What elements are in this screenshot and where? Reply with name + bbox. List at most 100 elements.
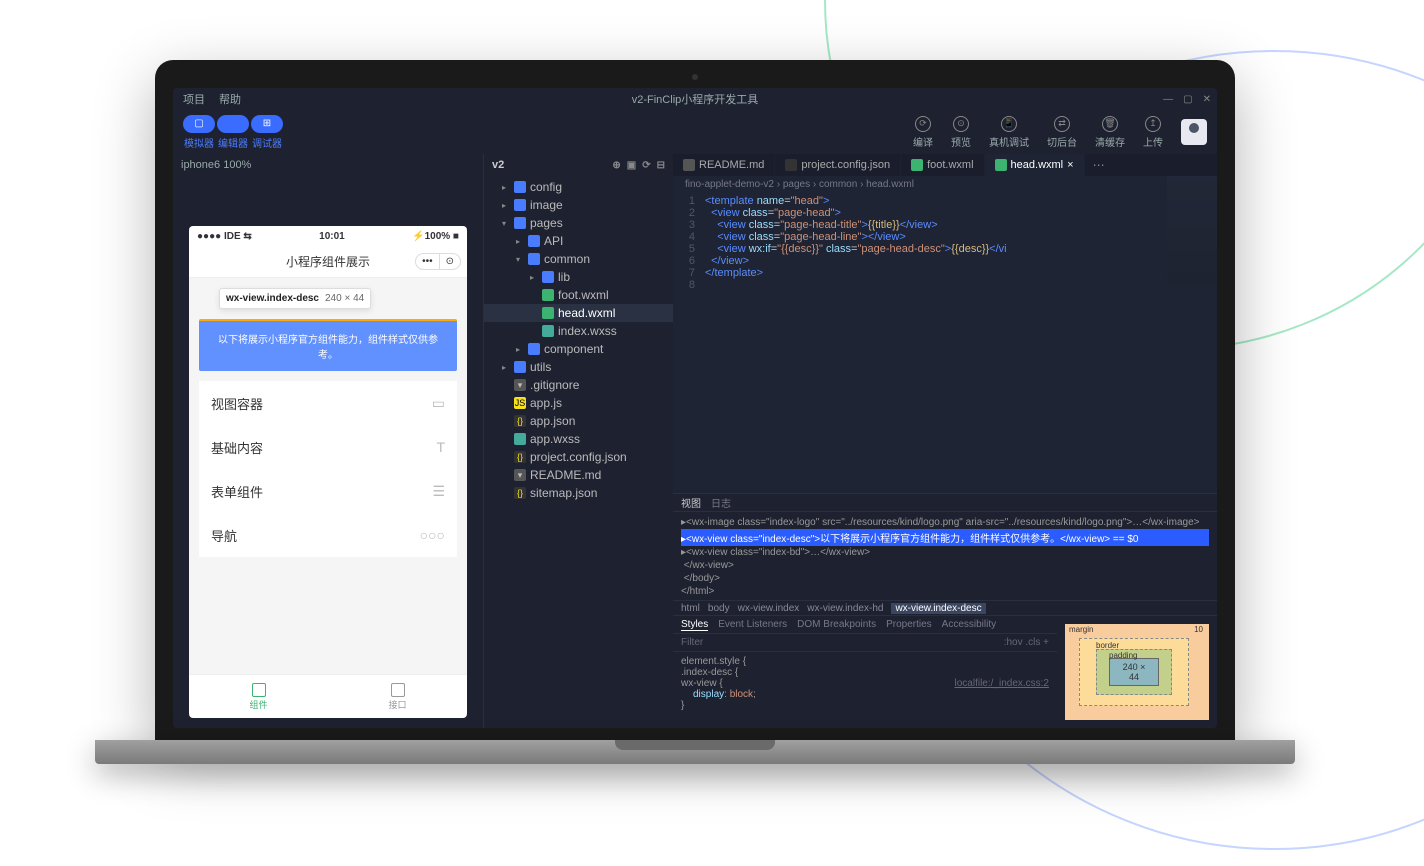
- dom-node[interactable]: ▸<wx-view class="index-desc">以下将展示小程序官方组…: [681, 529, 1209, 546]
- menu-item[interactable]: 帮助: [219, 91, 241, 107]
- tree-item[interactable]: ▾ README.md: [484, 466, 673, 484]
- tree-item[interactable]: {} project.config.json: [484, 448, 673, 466]
- line-number: 1: [673, 195, 705, 207]
- mode-pill[interactable]: ▢ 模拟器: [183, 115, 215, 150]
- tree-item-name: sitemap.json: [530, 486, 597, 500]
- mode-pill[interactable]: 编辑器: [217, 115, 249, 150]
- tree-item[interactable]: index.wxss: [484, 322, 673, 340]
- avatar[interactable]: [1181, 119, 1207, 145]
- styles-tab[interactable]: Styles: [681, 619, 708, 631]
- crumb-item[interactable]: wx-view.index-hd: [807, 603, 883, 614]
- tree-item[interactable]: ▸ API: [484, 232, 673, 250]
- dom-node[interactable]: ▸<wx-view class="index-bd">…</wx-view>: [681, 546, 1209, 559]
- tree-item[interactable]: JS app.js: [484, 394, 673, 412]
- devtools-top-tabs: 视图 日志: [673, 494, 1217, 512]
- tabbar-item[interactable]: 组件: [189, 675, 328, 718]
- crumb-item[interactable]: wx-view.index: [738, 603, 800, 614]
- editor-tab[interactable]: README.md: [673, 154, 775, 176]
- tree-item-name: common: [544, 252, 590, 266]
- editor-tabs: README.md project.config.json foot.wxml …: [673, 154, 1217, 176]
- close-icon[interactable]: ✕: [1203, 94, 1211, 105]
- css-rule[interactable]: element.style {: [681, 656, 1049, 667]
- editor-tab[interactable]: project.config.json: [775, 154, 901, 176]
- menu-item[interactable]: 项目: [183, 91, 205, 107]
- window-title: v2-FinClip小程序开发工具: [632, 91, 759, 107]
- filter-actions[interactable]: :hov .cls +: [1004, 637, 1049, 648]
- toolbar-button[interactable]: ⟳ 编译: [913, 116, 933, 149]
- code-line: 3 <view class="page-head-title">{{title}…: [673, 219, 1217, 231]
- css-rule[interactable]: wx-view {localfile:/_index.css:2: [681, 678, 1049, 689]
- dom-node[interactable]: </html>: [681, 585, 1209, 598]
- file-icon: ▾: [514, 379, 526, 391]
- tree-item[interactable]: app.wxss: [484, 430, 673, 448]
- styles-tab[interactable]: DOM Breakpoints: [797, 619, 876, 630]
- pill-label: 编辑器: [218, 135, 248, 150]
- dom-node[interactable]: ▸<wx-image class="index-logo" src="../re…: [681, 516, 1209, 529]
- tree-item[interactable]: ▸ component: [484, 340, 673, 358]
- list-item[interactable]: 基础内容 T: [199, 425, 457, 469]
- tree-item[interactable]: ▾ common: [484, 250, 673, 268]
- chevron-icon: ▸: [516, 237, 524, 246]
- line-content: <view class="page-head">: [705, 207, 1217, 219]
- minimap[interactable]: [1167, 176, 1217, 286]
- new-file-icon[interactable]: ⊕: [612, 160, 620, 171]
- dom-node[interactable]: </wx-view>: [681, 559, 1209, 572]
- list-item-label: 表单组件: [211, 482, 263, 501]
- styles-tab[interactable]: Event Listeners: [718, 619, 787, 630]
- tree-item[interactable]: ▸ image: [484, 196, 673, 214]
- tab-label: foot.wxml: [927, 159, 973, 171]
- tree-item[interactable]: ▸ utils: [484, 358, 673, 376]
- code-line: 8: [673, 279, 1217, 291]
- minimize-icon[interactable]: —: [1163, 94, 1173, 105]
- tabbar-item[interactable]: 接口: [328, 675, 467, 718]
- css-rules[interactable]: element.style { .index-desc {</span> </d…: [673, 652, 1057, 728]
- line-content: </template>: [705, 267, 1217, 279]
- crumb-item[interactable]: html: [681, 603, 700, 614]
- toolbar-button[interactable]: ⇄ 切后台: [1047, 116, 1077, 149]
- editor-tab[interactable]: foot.wxml: [901, 154, 984, 176]
- line-number: 3: [673, 219, 705, 231]
- list-item[interactable]: 表单组件 ☰: [199, 469, 457, 513]
- editor-tab[interactable]: head.wxml ×: [985, 154, 1085, 176]
- toolbar-button[interactable]: 🗑 清缓存: [1095, 116, 1125, 149]
- list-item[interactable]: 导航 ○○○: [199, 513, 457, 557]
- capsule[interactable]: ••• ⊙: [415, 253, 461, 270]
- css-rule[interactable]: .index-desc {</span> </div><div class="d…: [681, 667, 1049, 678]
- dom-tree[interactable]: ▸<wx-image class="index-logo" src="../re…: [673, 512, 1217, 600]
- toolbar-button[interactable]: ⊙ 预览: [951, 116, 971, 149]
- dom-node[interactable]: </body>: [681, 572, 1209, 585]
- tree-item[interactable]: foot.wxml: [484, 286, 673, 304]
- tree-item[interactable]: {} sitemap.json: [484, 484, 673, 502]
- tab-label: 组件: [249, 698, 267, 711]
- crumb-item[interactable]: body: [708, 603, 730, 614]
- styles-panel: Styles Event Listeners DOM Breakpoints Prop…: [673, 616, 1057, 728]
- pill-icon: ▢: [183, 115, 215, 133]
- devtools-tab[interactable]: 视图: [681, 495, 701, 510]
- more-tabs-icon[interactable]: ⋯: [1085, 154, 1113, 176]
- code-editor[interactable]: 1 <template name="head"> 2 <view class="…: [673, 193, 1217, 493]
- mode-pill[interactable]: ⊞ 调试器: [251, 115, 283, 150]
- tree-item[interactable]: ▾ .gitignore: [484, 376, 673, 394]
- tree-item[interactable]: ▾ pages: [484, 214, 673, 232]
- filter-label[interactable]: Filter: [681, 637, 703, 648]
- devtools-tab[interactable]: 日志: [711, 495, 731, 510]
- capsule-close-icon[interactable]: ⊙: [440, 254, 460, 269]
- highlighted-element[interactable]: 以下将展示小程序官方组件能力，组件样式仅供参考。: [199, 319, 457, 371]
- styles-tab[interactable]: Accessibility: [942, 619, 996, 630]
- toolbar-button[interactable]: 📱 真机调试: [989, 116, 1029, 149]
- file-icon: {}: [514, 451, 526, 463]
- tree-item[interactable]: {} app.json: [484, 412, 673, 430]
- tree-item[interactable]: ▸ config: [484, 178, 673, 196]
- styles-tab[interactable]: Properties: [886, 619, 932, 630]
- collapse-icon[interactable]: ⊟: [657, 160, 665, 171]
- tree-item[interactable]: ▸ lib: [484, 268, 673, 286]
- capsule-menu-icon[interactable]: •••: [416, 254, 440, 269]
- tree-item[interactable]: head.wxml: [484, 304, 673, 322]
- maximize-icon[interactable]: ▢: [1183, 94, 1192, 105]
- refresh-icon[interactable]: ⟳: [642, 160, 650, 171]
- toolbar-button[interactable]: ↥ 上传: [1143, 116, 1163, 149]
- crumb-item[interactable]: wx-view.index-desc: [891, 603, 985, 614]
- new-folder-icon[interactable]: ▣: [627, 160, 636, 171]
- list-item[interactable]: 视图容器 ▭: [199, 381, 457, 425]
- close-icon[interactable]: ×: [1067, 159, 1073, 171]
